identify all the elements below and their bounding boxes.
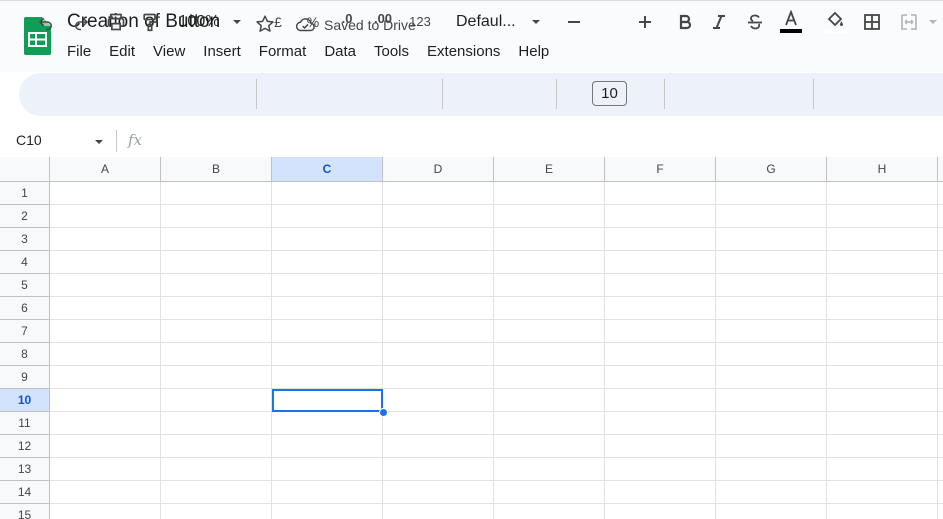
menu-format[interactable]: Format bbox=[250, 42, 316, 61]
row-header-3[interactable]: 3 bbox=[0, 228, 50, 251]
more-formats-button[interactable]: 123 bbox=[405, 0, 435, 43]
column-header-d[interactable]: D bbox=[383, 157, 494, 182]
bold-button[interactable] bbox=[675, 0, 695, 43]
column-header-b[interactable]: B bbox=[161, 157, 272, 182]
menu-insert[interactable]: Insert bbox=[194, 42, 250, 61]
row-header-5[interactable]: 5 bbox=[0, 274, 50, 297]
column-header-f[interactable]: F bbox=[605, 157, 716, 182]
toolbar-divider bbox=[442, 79, 443, 109]
fill-handle[interactable] bbox=[379, 408, 388, 417]
select-all-corner[interactable] bbox=[0, 157, 50, 182]
zoom-dropdown[interactable] bbox=[230, 0, 244, 43]
column-header-next[interactable] bbox=[938, 157, 943, 182]
column-header-e[interactable]: E bbox=[494, 157, 605, 182]
toolbar-divider bbox=[664, 79, 665, 109]
merge-cells-icon bbox=[901, 13, 937, 30]
undo-button[interactable] bbox=[36, 0, 56, 43]
font-family-select[interactable]: Defaul... bbox=[456, 0, 524, 43]
row-header-9[interactable]: 9 bbox=[0, 366, 50, 389]
bold-icon bbox=[679, 14, 692, 29]
row-header-8[interactable]: 8 bbox=[0, 343, 50, 366]
borders-icon bbox=[864, 13, 880, 30]
row-header-10[interactable]: 10 bbox=[0, 389, 50, 412]
menu-extensions[interactable]: Extensions bbox=[418, 42, 509, 61]
chevron-down-icon bbox=[532, 19, 540, 24]
minus-icon bbox=[568, 20, 580, 23]
row-header-13[interactable]: 13 bbox=[0, 458, 50, 481]
name-box[interactable]: C10 bbox=[16, 132, 42, 148]
menu-data[interactable]: Data bbox=[315, 42, 365, 61]
strikethrough-button[interactable] bbox=[744, 0, 766, 43]
chevron-down-icon[interactable] bbox=[93, 137, 105, 147]
menu-view[interactable]: View bbox=[144, 42, 194, 61]
increase-font-size-button[interactable] bbox=[636, 0, 654, 43]
strikethrough-icon bbox=[748, 14, 762, 29]
row-header-11[interactable]: 11 bbox=[0, 412, 50, 435]
increase-decimal-button[interactable]: .00 bbox=[368, 0, 398, 43]
fill-color-button[interactable] bbox=[823, 0, 849, 43]
plus-icon bbox=[639, 15, 651, 28]
text-color-icon bbox=[780, 9, 802, 33]
column-header-a[interactable]: A bbox=[50, 157, 161, 182]
menu-tools[interactable]: Tools bbox=[365, 42, 418, 61]
menu-help[interactable]: Help bbox=[509, 42, 558, 61]
toolbar-divider bbox=[256, 79, 257, 109]
borders-button[interactable] bbox=[860, 0, 884, 43]
row-header-14[interactable]: 14 bbox=[0, 481, 50, 504]
column-header-g[interactable]: G bbox=[716, 157, 827, 182]
percent-format-button[interactable]: % bbox=[302, 0, 324, 43]
row-header-6[interactable]: 6 bbox=[0, 297, 50, 320]
decrease-font-size-button[interactable] bbox=[565, 0, 583, 43]
column-header-c[interactable]: C bbox=[272, 157, 383, 182]
paint-format-button[interactable] bbox=[139, 0, 161, 43]
font-size-input[interactable]: 10 bbox=[592, 81, 627, 106]
row-header-12[interactable]: 12 bbox=[0, 435, 50, 458]
fill-color-icon bbox=[825, 11, 847, 33]
row-header-1[interactable]: 1 bbox=[0, 182, 50, 205]
spreadsheet-grid: A B C D E F G H 1 2 3 4 5 6 7 8 9 10 11 … bbox=[0, 157, 943, 519]
menu-file[interactable]: File bbox=[58, 42, 100, 61]
toolbar-divider bbox=[813, 79, 814, 109]
row-header-4[interactable]: 4 bbox=[0, 251, 50, 274]
font-family-dropdown[interactable] bbox=[529, 0, 543, 43]
cell-area[interactable] bbox=[50, 182, 943, 519]
toolbar-divider bbox=[556, 79, 557, 109]
merge-cells-button[interactable] bbox=[896, 0, 942, 43]
print-icon bbox=[107, 13, 125, 30]
undo-icon bbox=[38, 17, 52, 30]
redo-button[interactable] bbox=[71, 0, 91, 43]
row-header-7[interactable]: 7 bbox=[0, 320, 50, 343]
active-cell-c10[interactable] bbox=[272, 389, 383, 412]
zoom-select[interactable]: 100% bbox=[173, 0, 225, 43]
print-button[interactable] bbox=[104, 0, 128, 43]
italic-button[interactable] bbox=[709, 0, 729, 43]
italic-icon bbox=[713, 14, 725, 29]
text-color-button[interactable] bbox=[778, 0, 804, 43]
redo-icon bbox=[75, 17, 89, 30]
menu-bar: File Edit View Insert Format Data Tools … bbox=[58, 42, 558, 61]
row-header-15[interactable]: 15 bbox=[0, 504, 50, 519]
row-header-2[interactable]: 2 bbox=[0, 205, 50, 228]
column-header-h[interactable]: H bbox=[827, 157, 938, 182]
chevron-down-icon bbox=[233, 19, 241, 24]
formula-divider bbox=[116, 130, 117, 152]
toolbar bbox=[19, 73, 943, 116]
decrease-decimal-button[interactable]: .0 bbox=[333, 0, 361, 43]
function-icon: fx bbox=[128, 131, 143, 149]
menu-edit[interactable]: Edit bbox=[100, 42, 144, 61]
currency-format-button[interactable]: £ bbox=[268, 0, 288, 43]
paint-format-icon bbox=[143, 13, 158, 31]
